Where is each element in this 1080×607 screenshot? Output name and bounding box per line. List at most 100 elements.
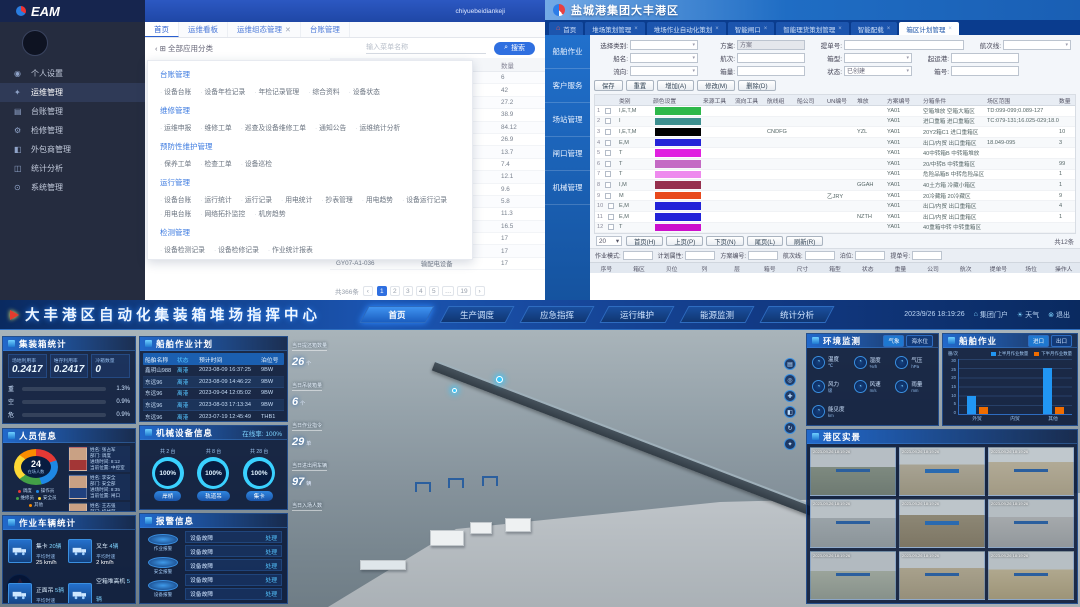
page-number[interactable]: 3 [403, 286, 413, 296]
page-number[interactable]: 2 [390, 286, 400, 296]
close-icon[interactable]: ✕ [285, 26, 291, 34]
menu-item[interactable]: 检查工单 [200, 161, 231, 168]
eam-tab-2[interactable]: 运维组态管理✕ [228, 22, 301, 37]
gauge-name-button[interactable]: 岸桥 [154, 491, 181, 501]
menu-search-button[interactable]: ⌕搜索 [494, 42, 535, 55]
alarm-badge[interactable]: 作业报警 [148, 534, 178, 552]
row-checkbox[interactable] [605, 182, 611, 188]
menu-item[interactable]: 年检记录管理 [254, 89, 299, 96]
vehicle-tile[interactable]: 空箱堆高机 5辆平均时速3 km/h [68, 570, 130, 603]
camera-feed-1[interactable]: 2023-09-26 18:19:26 [810, 447, 896, 496]
table-row[interactable]: 1I,E,T,MYA01空箱堆放 空箱大箱区TD:099-099;0.089-1… [595, 106, 1075, 117]
port-tab-5[interactable]: 智能配载× [851, 22, 898, 35]
table-row[interactable]: 7TYA01危险品箱B 中转危险品区1 [595, 170, 1075, 181]
env-tab-气象[interactable]: 气象 [883, 335, 904, 347]
prev-page[interactable]: ‹ [363, 286, 373, 296]
table-row[interactable]: 5TYA0140中转箱B 中转箱堆放 [595, 148, 1075, 159]
camera-feed-2[interactable]: 2023-09-26 18:19:26 [899, 447, 985, 496]
alarm-badge[interactable]: 安全报警 [148, 557, 178, 575]
sidebar-item-3[interactable]: ⚙检修管理 [0, 121, 145, 140]
breadcrumb[interactable]: ‹ ⊞ 全部应用分类 [155, 43, 213, 54]
table-row[interactable]: 8I,MGGAHYA0140土方箱 冷藏小箱区1 [595, 180, 1075, 191]
close-icon[interactable]: × [634, 26, 638, 32]
field-input[interactable] [748, 251, 778, 260]
camera-feed-7[interactable]: 2023-09-26 18:19:26 [810, 551, 896, 600]
row-checkbox[interactable] [605, 150, 611, 156]
table-row[interactable]: 鑫玥山988离港2023-08-09 16:37:259BW [143, 365, 284, 377]
port-tab-3[interactable]: 智能闸口× [728, 22, 775, 35]
field-input[interactable] [623, 251, 653, 260]
alarm-action-link[interactable]: 处理 [265, 575, 277, 584]
close-icon[interactable]: × [887, 26, 891, 32]
eam-tab-0[interactable]: 首页 [145, 22, 179, 37]
menu-item[interactable]: 综合资料 [308, 89, 339, 96]
camera-feed-8[interactable]: 2023-09-26 18:19:26 [899, 551, 985, 600]
menu-item[interactable]: 机房趋势 [254, 211, 285, 218]
table-row[interactable]: 东远96离港2023-09-04 12:05:029BW [143, 388, 284, 400]
row-checkbox[interactable] [605, 161, 611, 167]
field-input[interactable] [951, 53, 1019, 63]
table-row[interactable]: 东远96离港2023-08-09 14:46:229BW [143, 377, 284, 389]
field-select[interactable]: 已创建▾ [844, 66, 912, 76]
personnel-card[interactable]: 姓名: 张占军部门: 调度进场时间: 8:12当前位置: 中控室 [68, 446, 130, 472]
field-input[interactable] [805, 251, 835, 260]
field-input[interactable]: 方案 [737, 40, 805, 50]
pager-button[interactable]: 下页(N) [706, 236, 743, 246]
locate-icon[interactable]: ◎ [784, 374, 796, 386]
dashboard-tab-应急指挥[interactable]: 应急指挥 [524, 306, 590, 323]
vehicle-tile[interactable]: 集卡 20辆平均时速25 km/h [8, 535, 64, 566]
port-tab-4[interactable]: 智能理货策划管理× [776, 22, 849, 35]
row-checkbox[interactable] [605, 171, 611, 177]
menu-item[interactable]: 保养工单 [160, 161, 191, 168]
close-icon[interactable]: × [838, 26, 842, 32]
row-checkbox[interactable] [605, 108, 611, 114]
field-input[interactable] [855, 251, 885, 260]
table-row[interactable]: 9M乙JRYYA0120冷藏箱 20冷藏区9 [595, 191, 1075, 202]
menu-item[interactable]: 设备状态 [349, 89, 380, 96]
table-row[interactable]: 东远96离港2023-08-03 17:13:349BW [143, 400, 284, 412]
port-tab-6[interactable]: 箱区计划管理× [899, 22, 959, 35]
port-sidebar-item-4[interactable]: 机械管理 [545, 171, 590, 205]
menu-item[interactable]: 设备台账 [160, 89, 191, 96]
port-sidebar-item-3[interactable]: 闸口管理 [545, 137, 590, 171]
pager-button[interactable]: 上页(P) [666, 236, 703, 246]
dashboard-tab-能源监测[interactable]: 能源监测 [684, 306, 750, 323]
port-tab-2[interactable]: 堆场作业自动化策划× [647, 22, 726, 35]
page-number[interactable]: 19 [457, 286, 470, 296]
table-row[interactable]: 11E,MNZTHYA01出口/内贸 出口重箱区1 [595, 212, 1075, 223]
alarm-badge[interactable]: 设备报警 [148, 580, 178, 598]
eam-tab-3[interactable]: 台账管理 [301, 22, 350, 37]
alarm-action-link[interactable]: 处理 [265, 589, 277, 598]
bar[interactable] [1055, 407, 1064, 414]
menu-item[interactable]: 作业统计报表 [268, 247, 313, 254]
menu-item[interactable]: 设备运行记录 [402, 197, 447, 204]
menu-item[interactable]: 网络拓扑监控 [200, 211, 245, 218]
page-number[interactable]: 5 [429, 286, 439, 296]
dashboard-tab-运行维护[interactable]: 运行维护 [604, 306, 670, 323]
refresh-icon[interactable]: ↻ [784, 422, 796, 434]
view-icon[interactable]: ◧ [784, 406, 796, 418]
row-checkbox[interactable] [608, 203, 614, 209]
close-icon[interactable]: × [764, 26, 768, 32]
field-select[interactable]: ▾ [630, 66, 698, 76]
field-select[interactable]: ▾ [630, 53, 698, 63]
camera-feed-3[interactable]: 2023-09-26 18:19:26 [988, 447, 1074, 496]
vehicle-tile[interactable]: 正面吊 5辆平均时速5 km/h [8, 570, 64, 603]
field-input[interactable] [912, 251, 942, 260]
personnel-card[interactable]: 姓名: 王志强部门: 机械部进场时间: 9:02当前位置: 堆场 [68, 502, 130, 511]
menu-item[interactable]: 设备检修记录 [214, 247, 259, 254]
ship-ops-tab-出口[interactable]: 出口 [1051, 335, 1072, 347]
dashboard-tab-首页[interactable]: 首页 [364, 306, 430, 323]
star-icon[interactable]: ✦ [784, 438, 796, 450]
page-number[interactable]: … [442, 286, 455, 296]
menu-item[interactable]: 用电趋势 [362, 197, 393, 204]
field-select[interactable]: ▾ [630, 40, 698, 50]
eam-tab-1[interactable]: 运维看板 [179, 22, 228, 37]
field-input[interactable] [951, 66, 1019, 76]
sidebar-item-4[interactable]: ◧外包商管理 [0, 140, 145, 159]
menu-search-input[interactable] [366, 42, 486, 54]
row-checkbox[interactable] [608, 224, 614, 230]
pager-button[interactable]: 尾页(L) [747, 236, 783, 246]
menu-section-title[interactable]: 运行管理 [160, 177, 460, 188]
field-input[interactable] [685, 251, 715, 260]
